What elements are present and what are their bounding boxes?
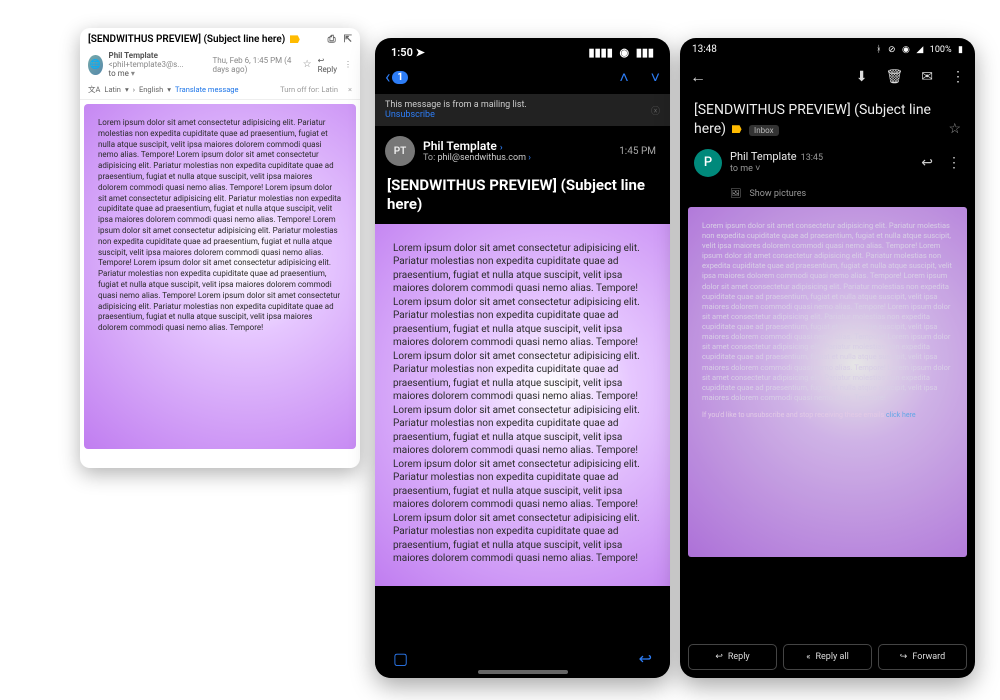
print-icon[interactable]: ⎙ (328, 34, 336, 45)
bluetooth-icon: ᚼ (876, 45, 881, 55)
avatar[interactable]: 🌐 (88, 55, 103, 75)
chevron-down-icon[interactable]: ˅ (755, 164, 760, 174)
home-indicator[interactable] (478, 670, 568, 674)
location-icon: ➤ (416, 46, 425, 59)
unsubscribe-link[interactable]: Unsubscribe (385, 110, 435, 120)
forward-button[interactable]: ↪Forward (878, 644, 967, 670)
time: 13:45 (801, 153, 823, 163)
status-bar: 1:50 ➤ ▮▮▮▮ ◉ ▮▮▮ (375, 38, 670, 63)
clock: 1:50 (391, 46, 413, 59)
chevron-down-icon[interactable]: ▾ (125, 85, 129, 94)
subject-row: [SENDWITHUS PREVIEW] (Subject line here)… (80, 28, 360, 47)
image-icon: 🖼 (730, 189, 741, 199)
to-line[interactable]: to me (109, 69, 129, 78)
top-bar: ← ⬇ 🗑 ✉ ⋮ (680, 61, 975, 93)
more-icon[interactable]: ⋮ (344, 60, 352, 69)
translate-turn-off[interactable]: Turn off for: Latin (280, 85, 338, 94)
reply-icon[interactable]: ↩ (921, 155, 933, 171)
email-body-text: Lorem ipsum dolor sit amet consectetur a… (702, 221, 952, 402)
battery-icon: ▮ (958, 45, 963, 55)
reply-all-button[interactable]: «Reply all (783, 644, 872, 670)
translate-bar: 文A Latin ▾ › English ▾ Translate message… (80, 80, 360, 100)
signal-icon: ▮▮▮▮ (589, 46, 613, 59)
unread-badge: 1 (392, 71, 408, 84)
reply-button[interactable]: ↩Reply (688, 644, 777, 670)
subject-text: [SENDWITHUS PREVIEW] (Subject line here) (694, 102, 931, 137)
previous-message-icon[interactable]: ˄ (619, 68, 628, 88)
archive-icon[interactable]: ⬇ (856, 69, 868, 85)
open-new-icon[interactable]: ⇱ (344, 34, 352, 45)
close-icon[interactable]: ⓧ (651, 104, 660, 117)
reply-all-icon: « (806, 652, 810, 662)
chevron-down-icon[interactable]: ▾ (167, 85, 171, 94)
email-body: Lorem ipsum dolor sit amet consectetur a… (688, 207, 967, 557)
next-message-icon[interactable]: ˅ (651, 68, 660, 88)
android-gmail-pane: 13:48 ᚼ ⊘ ◉ ◢ 100% ▮ ← ⬇ 🗑 ✉ ⋮ [SENDWITH… (680, 38, 975, 678)
subject-text: [SENDWITHUS PREVIEW] (Subject line here) (88, 34, 285, 45)
subject-row: [SENDWITHUS PREVIEW] (Subject line here)… (680, 93, 975, 141)
sender-name: Phil Template (730, 150, 797, 163)
back-button[interactable]: ‹1 (385, 67, 408, 88)
sender-name: Phil Template (423, 139, 497, 153)
mailing-list-banner: This message is from a mailing list. Uns… (375, 94, 670, 126)
reply-icon[interactable]: ↩ (639, 649, 652, 668)
gmail-desktop-pane: [SENDWITHUS PREVIEW] (Subject line here)… (80, 28, 360, 468)
back-icon[interactable]: ← (690, 67, 706, 87)
unsubscribe-line: If you'd like to unsubscribe and stop re… (702, 411, 953, 420)
translate-cta[interactable]: Translate message (175, 85, 238, 94)
email-body: Lorem ipsum dolor sit amet consectetur a… (375, 224, 670, 586)
chevron-right-icon: › (528, 153, 531, 163)
star-icon[interactable]: ☆ (948, 120, 961, 139)
more-icon[interactable]: ⋮ (951, 69, 965, 85)
archive-icon[interactable]: ▢ (393, 649, 408, 668)
sender-name[interactable]: Phil Template (109, 51, 158, 60)
lang-from[interactable]: Latin (104, 85, 121, 94)
action-bar: ↩Reply «Reply all ↪Forward (688, 644, 967, 670)
arrow-right-icon: › (133, 85, 135, 94)
signal-icon: ◢ (916, 45, 923, 55)
to-address: phil@sendwithus.com (437, 153, 526, 163)
more-icon[interactable]: ⋮ (947, 155, 961, 171)
reply-icon: ↩ (715, 652, 723, 662)
timestamp: Thu, Feb 6, 1:45 PM (4 days ago) (212, 56, 296, 74)
star-icon[interactable]: ☆ (303, 59, 312, 70)
sender-meta-row: 🌐 Phil Template <phil+template3@s... to … (80, 47, 360, 80)
to-label: To: (423, 153, 435, 163)
unsubscribe-link[interactable]: click here (886, 411, 916, 419)
important-marker-icon[interactable] (732, 125, 742, 133)
email-body: Lorem ipsum dolor sit amet consectetur a… (84, 104, 356, 449)
wifi-icon: ◉ (619, 46, 629, 59)
show-pictures-button[interactable]: 🖼 Show pictures (680, 185, 975, 207)
clock: 13:48 (692, 44, 717, 55)
ios-mail-pane: 1:50 ➤ ▮▮▮▮ ◉ ▮▮▮ ‹1 ˄ ˅ This message is… (375, 38, 670, 678)
translate-icon: 文A (88, 84, 100, 95)
battery-icon: ▮▮▮ (636, 46, 654, 59)
subject-text: [SENDWITHUS PREVIEW] (Subject line here) (375, 176, 670, 224)
time: 1:45 PM (619, 146, 660, 157)
important-marker-icon[interactable] (290, 35, 300, 43)
mailing-banner-text: This message is from a mailing list. (385, 100, 527, 110)
reply-button[interactable]: ↩ Reply (318, 56, 338, 74)
delete-icon[interactable]: 🗑 (885, 69, 903, 85)
close-icon[interactable]: × (348, 85, 352, 94)
chevron-down-icon[interactable]: ▾ (131, 69, 135, 78)
lang-to[interactable]: English (139, 85, 163, 94)
top-nav: ‹1 ˄ ˅ (375, 63, 670, 94)
avatar: PT (385, 136, 415, 166)
to-line: to me (730, 164, 753, 174)
avatar: P (694, 149, 722, 177)
sender-email: <phil+template3@s... (109, 60, 184, 69)
mail-icon[interactable]: ✉ (921, 69, 933, 85)
status-bar: 13:48 ᚼ ⊘ ◉ ◢ 100% ▮ (680, 38, 975, 61)
inbox-chip[interactable]: Inbox (749, 125, 779, 136)
sender-row[interactable]: P Phil Template 13:45 to me ˅ ↩ ⋮ (680, 141, 975, 185)
dnd-icon: ⊘ (888, 45, 896, 55)
wifi-icon: ◉ (902, 45, 910, 55)
forward-icon: ↪ (900, 652, 908, 662)
battery-text: 100% (930, 45, 952, 55)
sender-row[interactable]: PT Phil Template › To: phil@sendwithus.c… (375, 126, 670, 176)
chevron-right-icon: › (500, 143, 503, 153)
